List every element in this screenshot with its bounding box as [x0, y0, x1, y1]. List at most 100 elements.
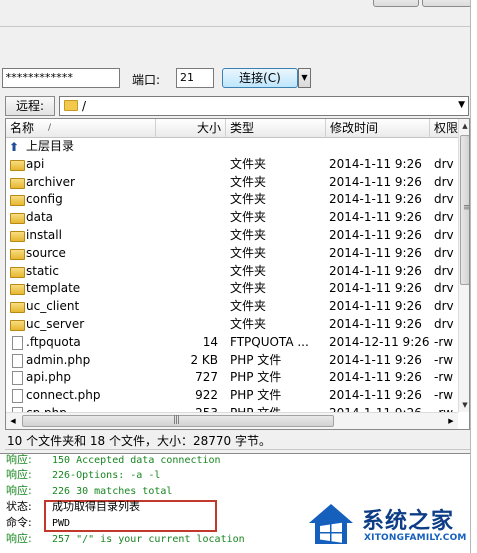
file-permissions: -rw: [434, 334, 454, 349]
file-size: 727: [195, 370, 218, 385]
log-text: 226 30 matches total: [52, 486, 173, 497]
log-text: 成功取得目录列表: [52, 500, 140, 513]
folder-icon: [10, 213, 25, 225]
file-type: 文件夹: [230, 210, 267, 225]
file-name: archiver: [26, 174, 75, 189]
file-permissions: drv: [434, 245, 454, 260]
log-text: 257 "/" is your current location: [52, 534, 245, 545]
file-name: api: [26, 156, 45, 171]
file-modified: 2014-1-11 9:26: [329, 156, 422, 171]
scroll-down-arrow-icon[interactable]: ▼: [459, 398, 469, 412]
quickconnect-bar: ************ 端口: 21 连接(C) ▼: [0, 66, 470, 90]
toolbar-button[interactable]: [422, 0, 472, 7]
port-label: 端口:: [132, 73, 161, 87]
log-text: 150 Accepted data connection: [52, 455, 221, 466]
vertical-scroll-thumb[interactable]: ≡: [460, 135, 469, 285]
column-header-type[interactable]: 类型: [226, 119, 326, 138]
file-row[interactable]: config 文件夹 2014-1-11 9:26 drv: [6, 191, 458, 209]
window-right-edge: [470, 0, 477, 553]
column-header-row: 名称 / 大小 类型 修改时间 权限: [6, 119, 458, 138]
file-modified: 2014-12-11 9:26: [329, 334, 430, 349]
file-type: 文件夹: [230, 316, 267, 331]
file-name: template: [26, 281, 81, 296]
file-name: api.php: [26, 370, 71, 385]
file-type: 文件夹: [230, 263, 267, 278]
connect-button[interactable]: 连接(C): [222, 68, 298, 88]
file-modified: 2014-1-11 9:26: [329, 174, 422, 189]
watermark-title: 系统之家: [362, 509, 455, 534]
column-header-name[interactable]: 名称 /: [6, 119, 156, 138]
file-row[interactable]: uc_client 文件夹 2014-1-11 9:26 drv: [6, 298, 458, 316]
file-modified: 2014-1-11 9:26: [329, 352, 422, 367]
remote-label: 远程:: [5, 96, 55, 116]
port-input[interactable]: 21: [176, 68, 214, 88]
file-name: install: [26, 227, 62, 242]
scroll-up-arrow-icon[interactable]: ▲: [459, 119, 469, 133]
parent-directory-label: 上层目录: [26, 139, 75, 153]
log-line: 响应: 226 30 matches total: [6, 483, 172, 499]
file-modified: 2014-1-11 9:26: [329, 210, 422, 225]
file-row[interactable]: archiver 文件夹 2014-1-11 9:26 drv: [6, 174, 458, 192]
file-row[interactable]: static 文件夹 2014-1-11 9:26 drv: [6, 263, 458, 281]
scroll-left-arrow-icon[interactable]: ◀: [6, 413, 20, 429]
file-row[interactable]: uc_server 文件夹 2014-1-11 9:26 drv: [6, 316, 458, 334]
log-key: 命令:: [6, 516, 32, 529]
scroll-right-arrow-icon[interactable]: ▶: [444, 413, 458, 429]
file-row[interactable]: template 文件夹 2014-1-11 9:26 drv: [6, 280, 458, 298]
file-modified: 2014-1-11 9:26: [329, 299, 422, 314]
file-row[interactable]: source 文件夹 2014-1-11 9:26 drv: [6, 245, 458, 263]
file-name: admin.php: [26, 352, 91, 367]
file-modified: 2014-1-11 9:26: [329, 316, 422, 331]
vertical-scrollbar[interactable]: ▲ ≡ ▼: [458, 119, 469, 412]
file-row[interactable]: api 文件夹 2014-1-11 9:26 drv: [6, 156, 458, 174]
remote-path-bar: 远程: / ▼: [5, 96, 470, 116]
horizontal-scrollbar[interactable]: ◀ ||| ▶: [6, 412, 458, 429]
file-row[interactable]: connect.php 922 PHP 文件 2014-1-11 9:26 -rw: [6, 387, 458, 405]
file-permissions: drv: [434, 227, 454, 242]
parent-directory-row[interactable]: ⬆ 上层目录: [6, 138, 458, 156]
file-permissions: drv: [434, 156, 454, 171]
file-size: 2 KB: [190, 352, 218, 367]
file-modified: 2014-1-11 9:26: [329, 281, 422, 296]
file-permissions: drv: [434, 174, 454, 189]
file-row[interactable]: .ftpquota 14 FTPQUOTA ... 2014-12-11 9:26 -r…: [6, 334, 458, 352]
password-input[interactable]: ************: [2, 68, 120, 88]
horizontal-scroll-thumb[interactable]: |||: [22, 415, 334, 427]
folder-up-icon: ⬆: [9, 140, 20, 154]
file-modified: 2014-1-11 9:26: [329, 245, 422, 260]
file-permissions: drv: [434, 281, 454, 296]
file-row[interactable]: data 文件夹 2014-1-11 9:26 drv: [6, 209, 458, 227]
log-key: 响应:: [6, 532, 32, 545]
file-permissions: drv: [434, 210, 454, 225]
file-row[interactable]: install 文件夹 2014-1-11 9:26 drv: [6, 227, 458, 245]
remote-file-list[interactable]: 名称 / 大小 类型 修改时间 权限 ⬆ 上层目录 api 文件夹 2014-1-11…: [5, 118, 470, 430]
file-type: 文件夹: [230, 227, 267, 242]
column-header-size[interactable]: 大小: [156, 119, 226, 138]
file-modified: 2014-1-11 9:26: [329, 370, 422, 385]
toolbar-button[interactable]: [373, 0, 419, 7]
remote-path-input[interactable]: / ▼: [59, 96, 469, 116]
column-header-modified[interactable]: 修改时间: [326, 119, 430, 138]
file-icon: [12, 389, 23, 404]
file-type: PHP 文件: [230, 388, 282, 403]
file-row[interactable]: api.php 727 PHP 文件 2014-1-11 9:26 -rw: [6, 369, 458, 387]
connect-dropdown-button[interactable]: ▼: [298, 68, 311, 88]
divider: [0, 26, 470, 27]
watermark-subtitle: XITONGFAMILY.COM: [364, 533, 467, 543]
file-modified: 2014-1-11 9:26: [329, 227, 422, 242]
chevron-down-icon[interactable]: ▼: [458, 100, 465, 110]
log-key: 响应:: [6, 484, 32, 497]
chevron-down-icon: ▼: [301, 73, 308, 82]
file-permissions: drv: [434, 192, 454, 207]
file-name: source: [26, 245, 66, 260]
file-size: 922: [195, 388, 218, 403]
folder-icon: [10, 248, 25, 260]
file-name: connect.php: [26, 388, 101, 403]
file-name: .ftpquota: [26, 334, 81, 349]
file-row[interactable]: admin.php 2 KB PHP 文件 2014-1-11 9:26 -rw: [6, 352, 458, 370]
file-type: 文件夹: [230, 192, 267, 207]
file-icon: [12, 371, 23, 386]
folder-icon: [10, 230, 25, 242]
file-type: 文件夹: [230, 281, 267, 296]
file-name: static: [26, 263, 59, 278]
